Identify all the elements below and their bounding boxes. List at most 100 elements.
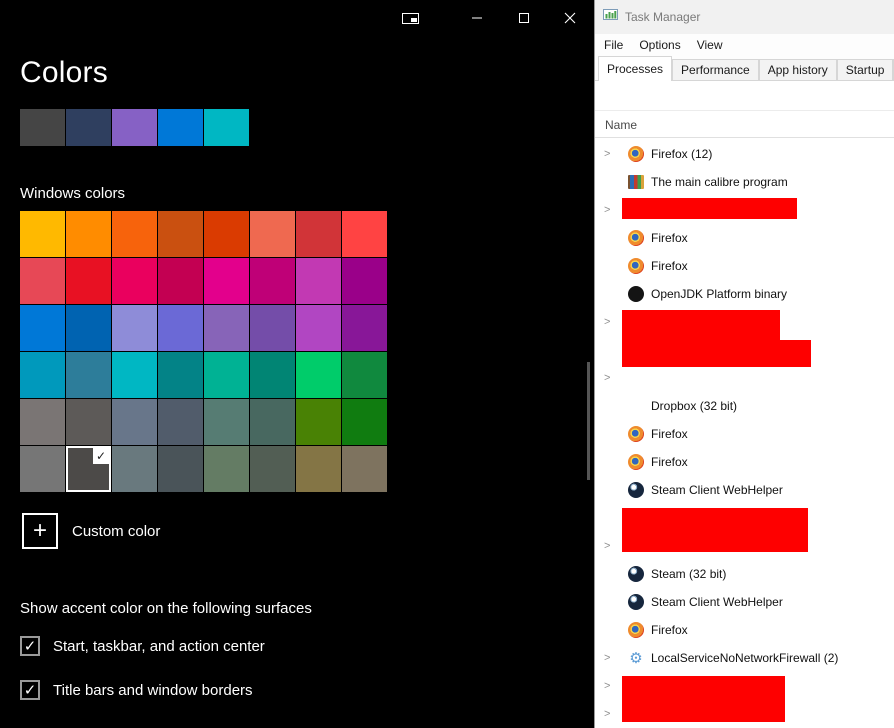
process-name: Steam Client WebHelper (651, 595, 783, 609)
tab-app-history[interactable]: App history (758, 59, 837, 80)
process-row[interactable]: Dropbox (32 bit) (595, 392, 894, 420)
process-name: Firefox (651, 427, 688, 441)
color-swatch[interactable] (158, 258, 203, 304)
tab-performance[interactable]: Performance (672, 59, 759, 80)
color-swatch[interactable] (20, 211, 65, 257)
color-swatch[interactable] (20, 446, 65, 492)
color-swatch[interactable] (296, 258, 341, 304)
color-swatch[interactable] (250, 399, 295, 445)
color-swatch[interactable] (204, 352, 249, 398)
recent-color-swatch[interactable] (20, 109, 65, 146)
expand-chevron-icon[interactable]: > (604, 203, 610, 217)
color-swatch[interactable] (66, 305, 111, 351)
color-swatch[interactable] (112, 399, 157, 445)
color-swatch[interactable] (158, 446, 203, 492)
recent-color-swatch[interactable] (204, 109, 249, 146)
process-row[interactable]: Steam Client WebHelper (595, 476, 894, 504)
recent-color-swatch[interactable] (66, 109, 111, 146)
checkbox-checked-icon[interactable]: ✓ (20, 680, 40, 700)
color-swatch[interactable] (296, 446, 341, 492)
color-swatch[interactable] (112, 305, 157, 351)
menu-view[interactable]: View (689, 36, 731, 54)
process-row[interactable]: Steam (32 bit) (595, 560, 894, 588)
color-swatch[interactable] (66, 399, 111, 445)
close-button[interactable] (557, 6, 583, 30)
color-swatch[interactable] (204, 446, 249, 492)
process-row[interactable]: > Firefox (12) (595, 140, 894, 168)
name-column-header[interactable]: Name (605, 118, 637, 132)
checkbox-title-bars[interactable]: ✓ Title bars and window borders (20, 680, 253, 700)
color-swatch[interactable] (342, 446, 387, 492)
firefox-icon (628, 258, 644, 274)
color-swatch[interactable] (204, 211, 249, 257)
tab-processes[interactable]: Processes (598, 56, 673, 81)
process-row[interactable]: Firefox (595, 448, 894, 476)
checkbox-start-taskbar[interactable]: ✓ Start, taskbar, and action center (20, 636, 265, 656)
color-swatch[interactable] (296, 399, 341, 445)
process-row[interactable]: Steam Client WebHelper (595, 588, 894, 616)
color-swatch[interactable] (204, 258, 249, 304)
recent-color-swatch[interactable] (158, 109, 203, 146)
color-swatch[interactable] (296, 211, 341, 257)
color-swatch[interactable] (250, 352, 295, 398)
color-swatch[interactable] (112, 258, 157, 304)
process-list: > Firefox (12) The main calibre program > Fi… (595, 140, 894, 728)
process-row[interactable]: The main calibre program (595, 168, 894, 196)
expand-chevron-icon[interactable]: > (604, 539, 610, 553)
expand-chevron-icon[interactable]: > (604, 651, 610, 665)
color-swatch[interactable] (342, 258, 387, 304)
color-swatch[interactable] (158, 211, 203, 257)
maximize-button[interactable] (511, 6, 537, 30)
recent-color-swatch[interactable] (112, 109, 157, 146)
menu-options[interactable]: Options (631, 36, 688, 54)
process-row[interactable]: > ⚙ LocalServiceNoNetworkFirewall (2) (595, 644, 894, 672)
process-row[interactable]: Firefox (595, 224, 894, 252)
checkbox-checked-icon[interactable]: ✓ (20, 636, 40, 656)
menu-file[interactable]: File (596, 36, 631, 54)
expand-chevron-icon[interactable]: > (604, 315, 610, 329)
color-swatch[interactable] (20, 399, 65, 445)
steam-icon (628, 594, 644, 610)
color-swatch[interactable] (296, 352, 341, 398)
expand-chevron-icon[interactable]: > (604, 371, 610, 385)
color-swatch[interactable] (66, 258, 111, 304)
expand-chevron-icon[interactable]: > (604, 707, 610, 721)
process-name: The main calibre program (651, 175, 788, 189)
color-swatch[interactable]: ✓ (66, 446, 111, 492)
color-swatch[interactable] (20, 352, 65, 398)
expand-chevron-icon[interactable]: > (604, 147, 610, 161)
color-swatch[interactable] (296, 305, 341, 351)
process-row[interactable]: OpenJDK Platform binary (595, 280, 894, 308)
color-swatch[interactable] (342, 352, 387, 398)
process-row[interactable]: Firefox (595, 616, 894, 644)
color-swatch[interactable] (158, 305, 203, 351)
process-row[interactable]: Firefox (595, 252, 894, 280)
color-swatch[interactable] (158, 399, 203, 445)
color-swatch[interactable] (204, 305, 249, 351)
firefox-icon (628, 426, 644, 442)
color-swatch[interactable] (342, 305, 387, 351)
color-swatch[interactable] (20, 305, 65, 351)
process-row[interactable]: Firefox (595, 420, 894, 448)
custom-color-button[interactable]: + (22, 513, 58, 549)
minimize-button[interactable] (464, 6, 490, 30)
color-swatch[interactable] (250, 211, 295, 257)
color-swatch[interactable] (66, 352, 111, 398)
color-swatch[interactable] (112, 211, 157, 257)
color-swatch[interactable] (250, 305, 295, 351)
process-name: Firefox (651, 623, 688, 637)
color-swatch[interactable] (342, 211, 387, 257)
settings-scrollbar-thumb[interactable] (587, 362, 590, 480)
color-swatch[interactable] (20, 258, 65, 304)
expand-chevron-icon[interactable]: > (604, 679, 610, 693)
color-swatch[interactable] (66, 211, 111, 257)
process-row[interactable]: > (595, 364, 894, 392)
tab-startup[interactable]: Startup (836, 59, 894, 80)
color-swatch[interactable] (158, 352, 203, 398)
color-swatch[interactable] (250, 258, 295, 304)
color-swatch[interactable] (250, 446, 295, 492)
color-swatch[interactable] (112, 446, 157, 492)
color-swatch[interactable] (112, 352, 157, 398)
color-swatch[interactable] (204, 399, 249, 445)
color-swatch[interactable] (342, 399, 387, 445)
